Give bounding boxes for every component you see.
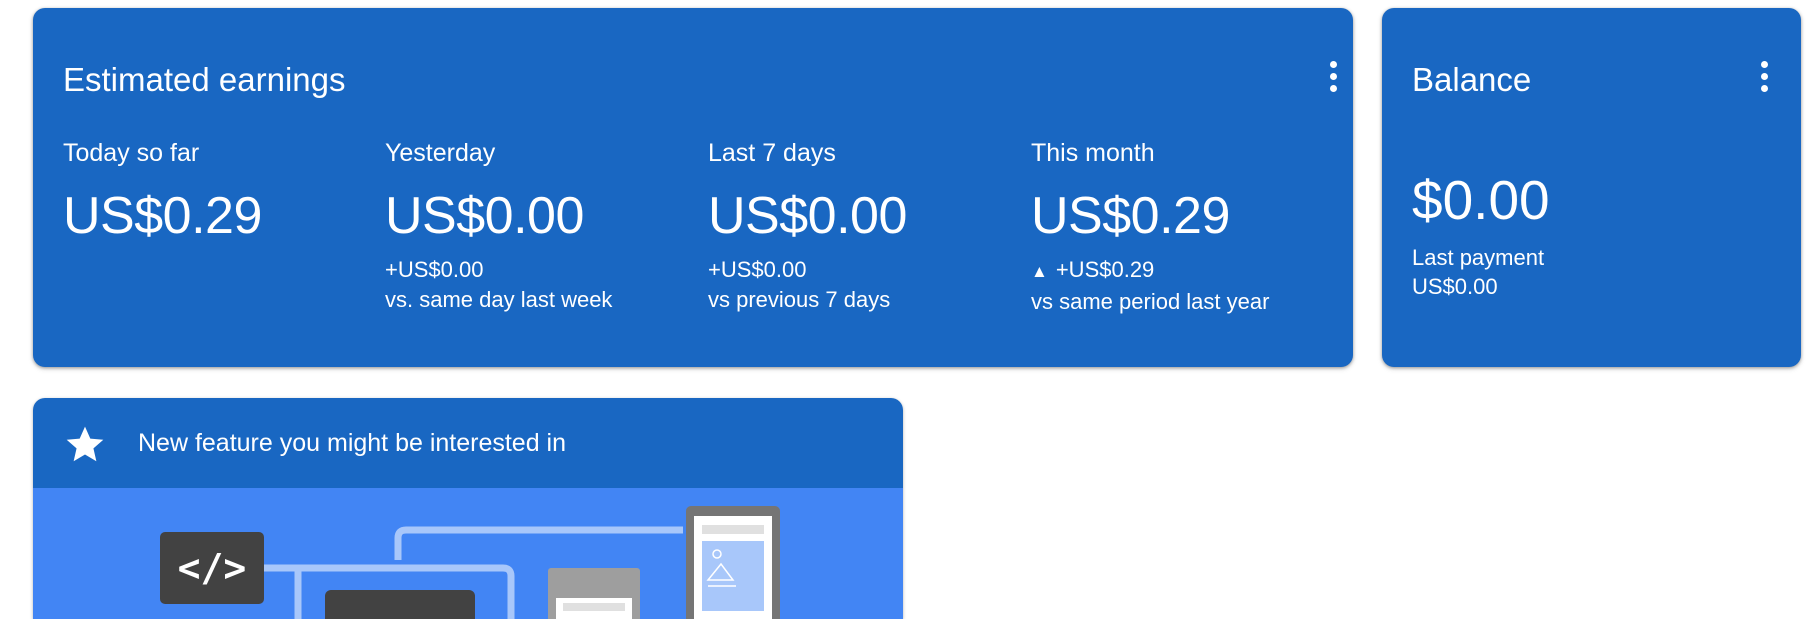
metric-value: US$0.29 [63, 187, 262, 245]
feature-header: New feature you might be interested in [33, 398, 903, 488]
adsense-home: Estimated earnings Today so far US$0.29 … [0, 0, 1811, 619]
connector-line [394, 526, 683, 560]
metric-label: Today so far [63, 139, 200, 167]
new-feature-card[interactable]: New feature you might be interested in <… [33, 398, 903, 619]
more-vert-icon [1760, 60, 1768, 92]
balance-card[interactable]: Balance $0.00 Last payment US$0.00 [1382, 8, 1801, 367]
balance-value: $0.00 [1412, 169, 1550, 231]
metric-label: Yesterday [385, 139, 496, 167]
metric-last-7-days: Last 7 days US$0.00 +US$0.00 vs previous… [708, 138, 1008, 314]
metric-value: US$0.00 [385, 187, 584, 245]
metric-compare: vs. same day last week [385, 287, 613, 312]
estimated-earnings-card[interactable]: Estimated earnings Today so far US$0.29 … [33, 8, 1353, 367]
document-icon [548, 568, 640, 619]
metric-compare: vs previous 7 days [708, 287, 891, 312]
metric-today: Today so far US$0.29 [63, 138, 363, 246]
metric-label: Last 7 days [708, 139, 836, 167]
metric-yesterday: Yesterday US$0.00 +US$0.00 vs. same day … [385, 138, 685, 314]
metric-label: This month [1031, 139, 1155, 167]
balance-title: Balance [1412, 61, 1532, 98]
metric-change-value: +US$0.29 [1055, 257, 1155, 282]
metric-change: +US$0.00 [385, 257, 484, 282]
feature-illustration: </> [33, 488, 903, 619]
code-icon: </> [160, 532, 264, 604]
metric-value: US$0.29 [1031, 187, 1230, 245]
metric-compare: vs same period last year [1031, 289, 1270, 314]
feature-illustration-graphic: </> [160, 506, 780, 619]
metric-change: +US$0.00 [708, 257, 807, 282]
earnings-more-button[interactable] [1319, 56, 1347, 96]
last-payment-value: US$0.00 [1412, 274, 1498, 299]
balance-more-button[interactable] [1750, 56, 1778, 96]
estimated-earnings-title: Estimated earnings [63, 61, 346, 98]
more-vert-icon [1329, 60, 1337, 92]
metric-value: US$0.00 [708, 187, 907, 245]
code-glyph: </> [178, 546, 247, 590]
trend-up-icon: ▲ [1031, 262, 1048, 281]
star-icon [66, 426, 104, 462]
metric-change: ▲ +US$0.29 [1031, 256, 1331, 286]
mobile-phone-icon [686, 506, 780, 619]
metric-this-month: This month US$0.29 ▲ +US$0.29 vs same per… [1031, 138, 1331, 316]
browser-window-icon [325, 590, 475, 619]
last-payment-label: Last payment [1412, 245, 1545, 270]
feature-title: New feature you might be interested in [138, 429, 567, 457]
